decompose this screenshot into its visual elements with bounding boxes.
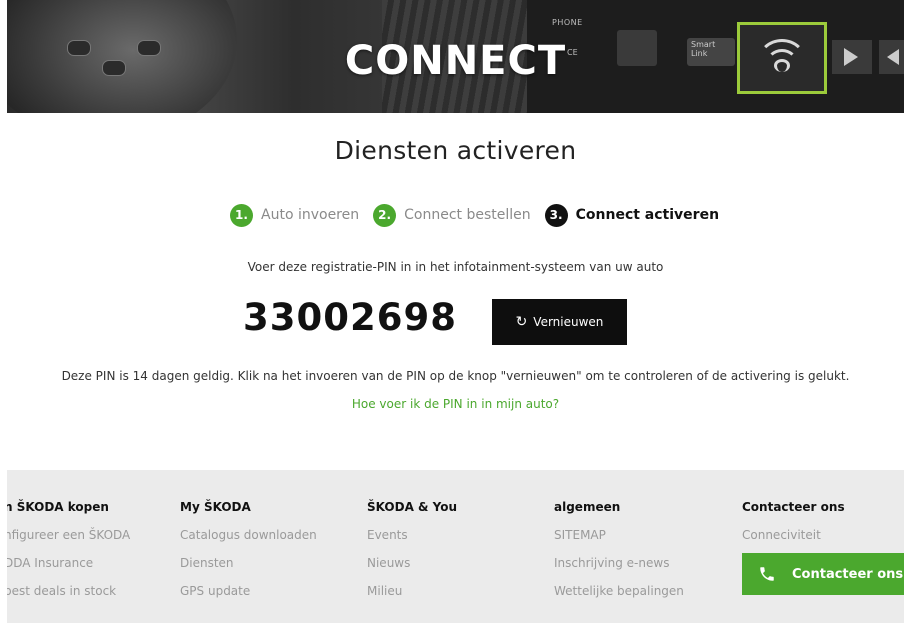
- footer-column-algemeen: algemeen SITEMAP Inschrijving e-news Wet…: [554, 500, 684, 612]
- footer-heading: ŠKODA & You: [367, 500, 458, 514]
- hero-banner: PHONE CE Smart Link CONNECT: [7, 0, 904, 113]
- pin-help-link[interactable]: Hoe voer ik de PIN in in mijn auto?: [7, 397, 904, 411]
- footer-link[interactable]: Conneciviteit: [742, 528, 845, 542]
- pin-validity-note: Deze PIN is 14 dagen geldig. Klik na het…: [61, 369, 850, 383]
- footer-link[interactable]: Milieu: [367, 584, 457, 598]
- pin-instruction: Voer deze registratie-PIN in in het info…: [247, 260, 664, 274]
- footer-link[interactable]: Diensten: [180, 556, 317, 570]
- page-title: Diensten activeren: [334, 136, 577, 165]
- footer-link[interactable]: Wettelijke bepalingen: [554, 584, 684, 598]
- contact-button[interactable]: Contacteer ons: [742, 553, 904, 595]
- footer-link[interactable]: Events: [367, 528, 457, 542]
- step-connect-bestellen[interactable]: 2. Connect bestellen: [373, 203, 531, 227]
- step-number: 3.: [544, 203, 568, 227]
- step-label: Connect activeren: [575, 207, 720, 223]
- footer-link[interactable]: GPS update: [180, 584, 317, 598]
- phone-icon: [760, 567, 774, 581]
- footer-heading: My ŠKODA: [180, 500, 251, 514]
- footer: n ŠKODA kopen nfigureer een ŠKODA DDA In…: [7, 470, 904, 623]
- footer-column-contacteer-ons: Contacteer ons Conneciviteit: [742, 500, 845, 556]
- step-label: Connect bestellen: [404, 207, 531, 223]
- footer-heading: Contacteer ons: [742, 500, 845, 514]
- footer-link[interactable]: Catalogus downloaden: [180, 528, 317, 542]
- footer-link[interactable]: best deals in stock: [7, 584, 130, 598]
- footer-link[interactable]: Inschrijving e-news: [554, 556, 684, 570]
- step-label: Auto invoeren: [261, 207, 360, 223]
- refresh-button-label: Vernieuwen: [533, 315, 604, 329]
- footer-column-skoda-kopen: n ŠKODA kopen nfigureer een ŠKODA DDA In…: [7, 500, 130, 612]
- step-connect-activeren: 3. Connect activeren: [544, 203, 720, 227]
- footer-heading: n ŠKODA kopen: [7, 500, 109, 514]
- refresh-button[interactable]: ↻ Vernieuwen: [492, 299, 627, 345]
- footer-link[interactable]: Nieuws: [367, 556, 457, 570]
- progress-steps: 1. Auto invoeren 2. Connect bestellen 3.…: [230, 203, 733, 227]
- step-number: 2.: [373, 203, 397, 227]
- footer-link[interactable]: DDA Insurance: [7, 556, 130, 570]
- footer-link[interactable]: nfigureer een ŠKODA: [7, 528, 130, 542]
- footer-column-skoda-and-you: ŠKODA & You Events Nieuws Milieu: [367, 500, 457, 612]
- step-number: 1.: [230, 203, 253, 227]
- refresh-icon: ↻: [515, 314, 528, 330]
- contact-button-label: Contacteer ons: [792, 566, 904, 582]
- panel-label-phone: PHONE: [552, 18, 583, 27]
- step-auto-invoeren[interactable]: 1. Auto invoeren: [230, 203, 360, 227]
- footer-link[interactable]: SITEMAP: [554, 528, 684, 542]
- footer-column-my-skoda: My ŠKODA Catalogus downloaden Diensten G…: [180, 500, 317, 612]
- footer-heading: algemeen: [554, 500, 621, 514]
- registration-pin: 33002698: [243, 296, 457, 339]
- hero-title: CONNECT: [344, 38, 567, 84]
